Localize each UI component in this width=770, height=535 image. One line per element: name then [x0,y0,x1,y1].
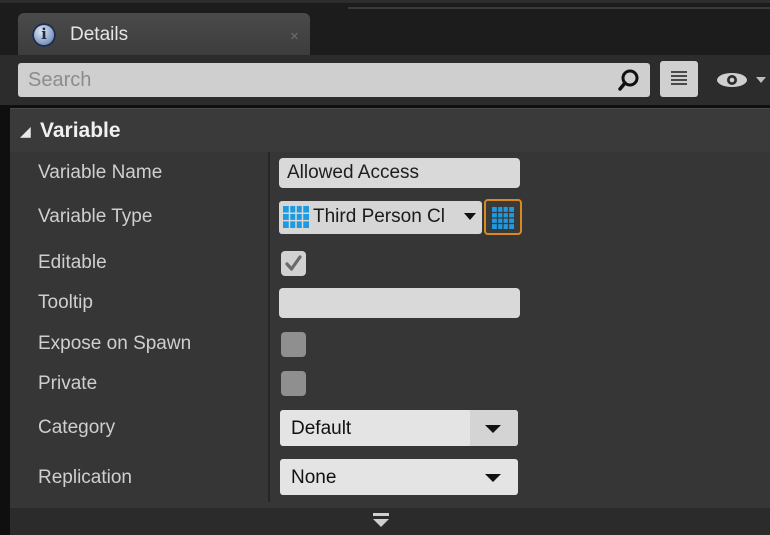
variable-name-field[interactable]: Allowed Access [279,158,520,188]
tab-bar-line [348,7,770,9]
chevron-down-icon [485,425,501,433]
info-icon [32,23,56,47]
tab-details[interactable]: Details × [18,13,310,58]
category-label: Category [38,417,116,438]
checkmark-icon [285,255,302,271]
container-type-button[interactable] [484,199,522,235]
search-bar [0,55,770,105]
collapse-arrow-icon[interactable]: ◢ [20,123,31,140]
editable-label: Editable [38,252,107,273]
object-type-icon [283,206,309,228]
details-panel: Details × ◢ Variable Variable Name Allow… [0,0,770,535]
expose-on-spawn-label: Expose on Spawn [38,333,192,354]
advanced-expander[interactable] [10,508,770,535]
variable-type-label: Variable Type [38,206,153,227]
category-title: Variable [40,119,121,142]
variable-type-dropdown[interactable]: Third Person Cl [279,201,482,234]
property-matrix-button[interactable] [660,61,698,97]
private-label: Private [38,373,98,394]
expose-on-spawn-checkbox[interactable] [281,332,306,357]
tooltip-field[interactable] [279,288,520,318]
category-combobox[interactable]: Default [280,410,518,446]
search-input[interactable] [18,63,650,97]
variable-type-value: Third Person Cl [313,206,445,227]
tab-bar: Details × [0,0,770,58]
eye-icon[interactable] [712,67,766,93]
close-icon[interactable]: × [290,28,299,45]
variable-name-label: Variable Name [38,162,163,183]
chevron-down-icon [464,213,476,220]
container-type-icon [492,207,514,229]
search-icon[interactable] [618,69,640,91]
chevron-down-icon [485,474,501,482]
replication-dropdown[interactable]: None [280,459,518,495]
private-checkbox[interactable] [281,371,306,396]
category-value: Default [291,418,352,439]
replication-value: None [291,467,337,488]
category-header-variable[interactable]: ◢ Variable [10,108,770,153]
tab-label: Details [70,24,129,45]
editable-checkbox[interactable] [281,251,306,276]
property-matrix-icon [671,71,687,87]
column-splitter[interactable] [268,152,270,502]
expand-advanced-icon [373,513,389,527]
tooltip-label: Tooltip [38,292,93,313]
replication-label: Replication [38,467,132,488]
